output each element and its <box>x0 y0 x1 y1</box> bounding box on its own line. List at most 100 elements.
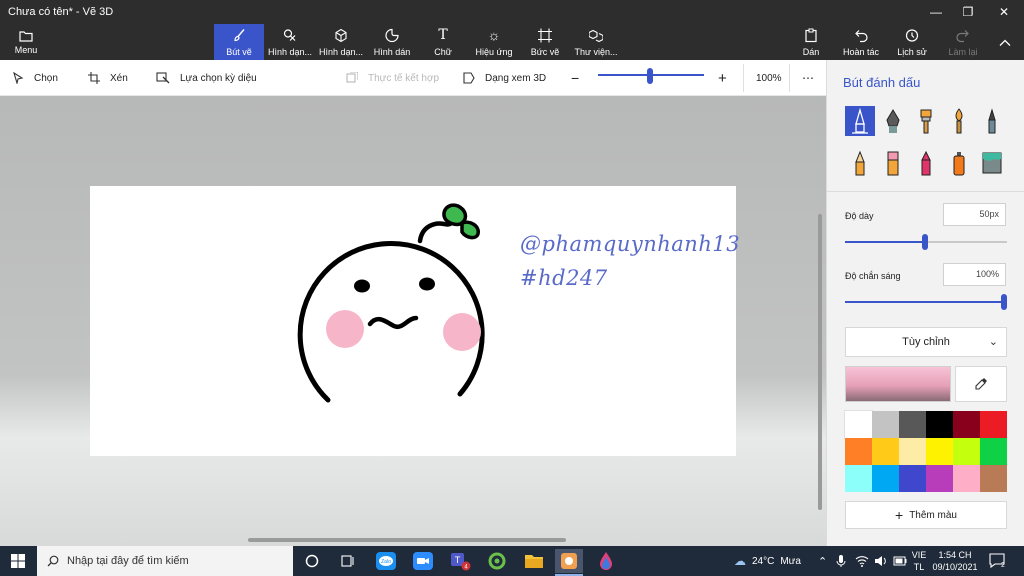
thickness-input[interactable]: 50px <box>943 203 1006 226</box>
opacity-input[interactable]: 100% <box>943 263 1006 286</box>
taskbar-search-input[interactable]: Nhập tại đây để tìm kiếm <box>37 546 293 576</box>
brush-pixel-pen[interactable] <box>977 106 1007 136</box>
stickers-icon <box>385 28 399 42</box>
color-swatch[interactable] <box>926 411 953 438</box>
close-button[interactable]: ✕ <box>984 0 1024 24</box>
language-indicator[interactable]: VIE TL <box>906 549 932 573</box>
toolbar-divider <box>789 64 790 92</box>
zalo-app[interactable]: Zalo <box>372 549 400 573</box>
green-app-icon <box>488 552 506 570</box>
current-color-preview[interactable] <box>845 366 951 402</box>
paint-3d-icon <box>561 553 577 569</box>
undo-button[interactable]: Hoàn tác <box>836 24 886 60</box>
color-swatch[interactable] <box>899 465 926 492</box>
drawing-canvas[interactable]: @phamquynhanh13 #hd247 <box>90 186 740 456</box>
color-mode-dropdown[interactable]: Tùy chỉnh ⌄ <box>845 327 1007 357</box>
color-swatch[interactable] <box>926 465 953 492</box>
task-view-button[interactable] <box>334 549 362 573</box>
color-swatch[interactable] <box>953 465 980 492</box>
thickness-slider-thumb[interactable] <box>922 234 928 250</box>
canvas-text-username: @phamquynhanh13 <box>520 232 741 256</box>
brush-crayon[interactable] <box>911 148 941 178</box>
cortana-button[interactable] <box>298 549 326 573</box>
mixed-reality-button[interactable]: Thực tế kết hợp <box>346 60 439 96</box>
redo-icon <box>956 29 969 42</box>
collapse-ribbon-button[interactable] <box>990 24 1020 60</box>
history-button[interactable]: Lịch sử <box>887 24 937 60</box>
zoom-slider-thumb[interactable] <box>647 68 653 84</box>
tab-2d-shapes[interactable]: Hình dạn... <box>265 24 315 60</box>
volume-button[interactable] <box>874 546 888 576</box>
color-swatch[interactable] <box>980 411 1007 438</box>
zoom-app[interactable] <box>409 549 437 573</box>
opacity-slider-track[interactable] <box>845 301 1005 303</box>
more-options-button[interactable]: ⋯ <box>802 60 814 96</box>
tray-expand-button[interactable]: ⌃ <box>818 546 827 576</box>
microphone-button[interactable] <box>836 546 846 576</box>
teams-app[interactable]: T4 <box>446 549 474 573</box>
ribbon: Menu Bút vẽ Hình dạn... Hình dạn... Hình… <box>0 24 1024 60</box>
menu-button[interactable]: Menu <box>6 26 46 58</box>
eyedropper-button[interactable] <box>955 366 1007 402</box>
color-swatch[interactable] <box>845 438 872 465</box>
vertical-scrollbar[interactable] <box>818 214 822 510</box>
brush-fill[interactable] <box>977 148 1007 178</box>
file-explorer-app[interactable] <box>520 549 548 573</box>
battery-button[interactable] <box>893 546 907 576</box>
clock[interactable]: 1:54 CH 09/10/2021 <box>932 549 978 573</box>
3d-view-button[interactable]: Dạng xem 3D <box>463 60 546 96</box>
zoom-value[interactable]: 100% <box>756 60 782 96</box>
horizontal-scrollbar[interactable] <box>248 538 566 542</box>
brush-marker[interactable] <box>845 106 875 136</box>
tab-effects[interactable]: ☼ Hiệu ứng <box>469 24 519 60</box>
brush-calligraphy-pen[interactable] <box>878 106 908 136</box>
brush-oil[interactable] <box>911 106 941 136</box>
add-color-button[interactable]: + Thêm màu <box>845 501 1007 529</box>
magic-select-button[interactable]: Lựa chọn kỳ diệu <box>156 60 257 96</box>
tab-3d-shapes[interactable]: Hình dạn... <box>316 24 366 60</box>
brush-pencil[interactable] <box>845 148 875 178</box>
color-swatch[interactable] <box>953 438 980 465</box>
color-swatch[interactable] <box>872 465 899 492</box>
color-swatch[interactable] <box>980 438 1007 465</box>
marker-icon <box>852 108 868 134</box>
color-swatch[interactable] <box>845 465 872 492</box>
select-button[interactable]: Chọn <box>12 60 58 96</box>
color-swatch[interactable] <box>872 411 899 438</box>
green-app[interactable] <box>483 549 511 573</box>
color-swatch[interactable] <box>872 438 899 465</box>
effects-icon: ☼ <box>487 26 501 43</box>
paste-button[interactable]: Dán <box>786 24 836 60</box>
crop-button[interactable]: Xén <box>88 60 128 96</box>
tab-3d-library[interactable]: Thư viện... <box>571 24 621 60</box>
tab-text[interactable]: T Chữ <box>418 24 468 60</box>
canvas-text-hashtag: #hd247 <box>520 266 608 290</box>
brush-watercolor[interactable] <box>944 106 974 136</box>
wifi-button[interactable] <box>855 546 869 576</box>
chevron-up-icon <box>999 39 1011 46</box>
notification-center-button[interactable]: 2 <box>986 550 1010 572</box>
color-swatch[interactable] <box>899 438 926 465</box>
color-drop-app[interactable] <box>592 549 620 573</box>
color-swatch[interactable] <box>926 438 953 465</box>
paint-3d-app[interactable] <box>555 549 583 576</box>
tab-stickers[interactable]: Hình dán <box>367 24 417 60</box>
tab-brushes[interactable]: Bút vẽ <box>214 24 264 60</box>
brush-eraser[interactable] <box>878 148 908 178</box>
start-button[interactable] <box>0 546 36 576</box>
redo-button[interactable]: Làm lại <box>938 24 988 60</box>
crayon-icon <box>921 150 931 176</box>
brush-spray-can[interactable] <box>944 148 974 178</box>
zoom-out-button[interactable]: − <box>571 60 579 96</box>
weather-widget[interactable]: ☁ 24°C Mưa <box>734 546 801 576</box>
opacity-slider-thumb[interactable] <box>1001 294 1007 310</box>
minimize-button[interactable]: — <box>920 0 952 24</box>
color-swatch[interactable] <box>844 410 873 439</box>
tab-canvas[interactable]: Bức vẽ <box>520 24 570 60</box>
maximize-button[interactable]: ❐ <box>952 0 984 24</box>
color-swatch[interactable] <box>953 411 980 438</box>
color-swatch[interactable] <box>980 465 1007 492</box>
workspace: @phamquynhanh13 #hd247 <box>0 96 826 546</box>
color-swatch[interactable] <box>899 411 926 438</box>
zoom-in-button[interactable]: + <box>718 60 727 96</box>
